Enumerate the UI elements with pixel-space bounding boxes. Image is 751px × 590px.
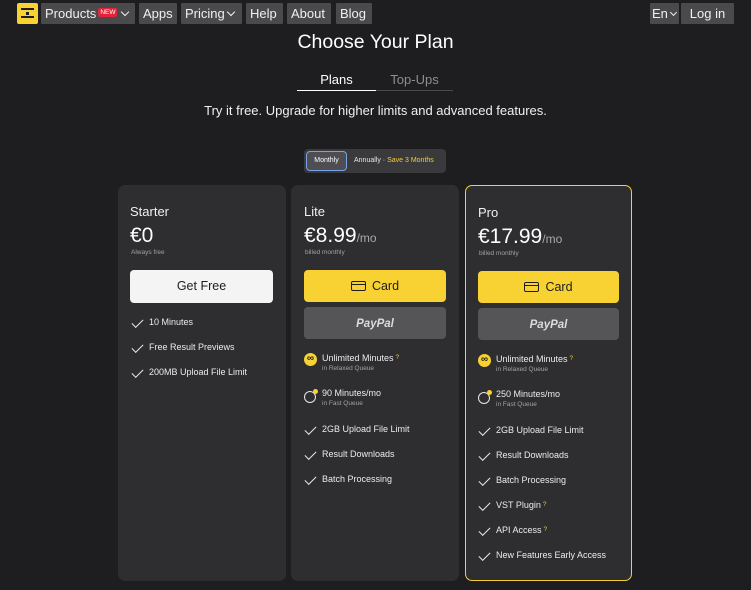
chevron-down-icon: [121, 7, 130, 17]
check-icon: [304, 422, 317, 436]
check-icon: [131, 340, 144, 354]
price-note: Always free: [131, 249, 165, 256]
feature-item: 2GB Upload File Limit: [496, 425, 584, 435]
check-icon: [478, 498, 491, 512]
chevron-down-icon: [226, 7, 235, 17]
plan-name: Lite: [304, 204, 325, 219]
check-icon: [478, 548, 491, 562]
feature-item: Free Result Previews: [149, 342, 235, 352]
feature-text: 90 Minutes/mo: [322, 388, 382, 398]
feature-text: 250 Minutes/mo: [496, 389, 561, 399]
feature-item: New Features Early Access: [496, 550, 607, 560]
paypal-logo: PayPal: [356, 318, 394, 330]
language-label: En: [652, 6, 668, 21]
credit-card-icon: [350, 281, 366, 291]
logo-icon[interactable]: [17, 3, 38, 24]
feature-subtext: in Relaxed Queue: [496, 366, 549, 373]
toggle-annually[interactable]: Annually · Save 3 Months: [354, 151, 434, 171]
feature-item: 10 Minutes: [149, 317, 194, 327]
paypal-button[interactable]: PayPal: [478, 308, 619, 340]
nav-products[interactable]: Products NEW: [41, 3, 135, 24]
check-icon: [304, 472, 317, 486]
check-icon: [304, 447, 317, 461]
plan-card-starter: Starter €0 Always free Get Free 10 Minut…: [118, 185, 286, 581]
feature-text: VST Plugin: [496, 500, 541, 510]
billing-period-toggle: Monthly Annually · Save 3 Months: [304, 149, 446, 173]
plan-price: €8.99/mo: [304, 224, 377, 248]
feature-item: 250 Minutes/mo in Fast Queue: [496, 389, 560, 408]
feature-item: 90 Minutes/mo in Fast Queue: [322, 388, 381, 407]
card-pay-button[interactable]: Card: [304, 270, 446, 302]
feature-item: Result Downloads: [496, 450, 569, 460]
price-note: billed monthly: [305, 249, 345, 256]
feature-text: API Access: [496, 525, 542, 535]
chevron-down-icon: [669, 8, 677, 17]
info-icon[interactable]: ?: [543, 501, 547, 508]
check-icon: [131, 365, 144, 379]
feature-item: Unlimited Minutes? in Relaxed Queue: [322, 353, 399, 372]
price-period: /mo: [542, 232, 563, 246]
paypal-button[interactable]: PayPal: [304, 307, 446, 339]
paypal-logo: PayPal: [529, 319, 568, 331]
new-badge: NEW: [98, 8, 118, 17]
feature-item: Unlimited Minutes? in Relaxed Queue: [496, 354, 573, 373]
info-icon[interactable]: ?: [570, 355, 574, 362]
feature-text: Unlimited Minutes: [322, 353, 394, 363]
toggle-monthly[interactable]: Monthly: [306, 151, 347, 171]
check-icon: [478, 523, 491, 537]
nav-pricing-label: Pricing: [185, 6, 225, 21]
annually-label: Annually: [354, 157, 381, 164]
price-amount: €17.99: [478, 225, 543, 248]
get-free-button[interactable]: Get Free: [130, 270, 273, 303]
feature-item: Result Downloads: [322, 449, 395, 459]
info-icon[interactable]: ?: [396, 354, 400, 361]
feature-item: 200MB Upload File Limit: [149, 367, 248, 377]
plan-name: Pro: [478, 205, 499, 220]
plan-card-pro: Pro €17.99/mo billed monthly Card PayPal…: [465, 185, 632, 581]
info-icon[interactable]: ?: [544, 526, 548, 533]
nav-pricing[interactable]: Pricing: [181, 3, 242, 24]
login-button[interactable]: Log in: [681, 3, 734, 24]
feature-item: API Access?: [496, 525, 547, 535]
price-amount: €8.99: [304, 224, 357, 247]
plan-card-lite: Lite €8.99/mo billed monthly Card PayPal…: [291, 185, 459, 581]
tab-plans[interactable]: Plans: [297, 72, 376, 91]
plan-price: €17.99/mo: [478, 225, 562, 249]
plan-price: €0: [130, 224, 154, 247]
card-button-label: Card: [371, 279, 400, 293]
page-subtitle: Try it free. Upgrade for higher limits a…: [204, 103, 547, 118]
credit-card-icon: [524, 282, 540, 292]
check-icon: [131, 315, 144, 329]
feature-subtext: in Fast Queue: [322, 400, 363, 407]
clock-icon: [304, 389, 318, 403]
price-period: /mo: [356, 231, 377, 245]
card-button-label: Card: [545, 280, 573, 294]
clock-icon: [478, 390, 492, 404]
card-pay-button[interactable]: Card: [478, 271, 619, 303]
feature-subtext: in Relaxed Queue: [322, 365, 375, 372]
nav-help[interactable]: Help: [246, 3, 283, 24]
feature-item: 2GB Upload File Limit: [322, 424, 410, 434]
plan-tabs: Plans Top-Ups: [297, 72, 453, 92]
feature-item: Batch Processing: [496, 475, 567, 485]
nav-about[interactable]: About: [287, 3, 331, 24]
nav-apps[interactable]: Apps: [139, 3, 177, 24]
feature-item: Batch Processing: [322, 474, 393, 484]
check-icon: [478, 423, 491, 437]
save-note: Save 3 Months: [387, 157, 434, 164]
check-icon: [478, 473, 491, 487]
plan-name: Starter: [130, 204, 170, 219]
infinity-icon: ∞: [304, 353, 317, 366]
language-select[interactable]: En: [650, 3, 679, 24]
infinity-icon: ∞: [478, 354, 491, 367]
tab-top-ups[interactable]: Top-Ups: [376, 72, 453, 91]
page-title: Choose Your Plan: [297, 31, 454, 53]
nav-products-label: Products: [45, 6, 97, 21]
feature-item: VST Plugin?: [496, 500, 546, 510]
feature-text: Unlimited Minutes: [496, 354, 568, 364]
feature-subtext: in Fast Queue: [496, 401, 537, 408]
price-note: billed monthly: [479, 250, 519, 257]
nav-blog[interactable]: Blog: [336, 3, 372, 24]
check-icon: [478, 448, 491, 462]
